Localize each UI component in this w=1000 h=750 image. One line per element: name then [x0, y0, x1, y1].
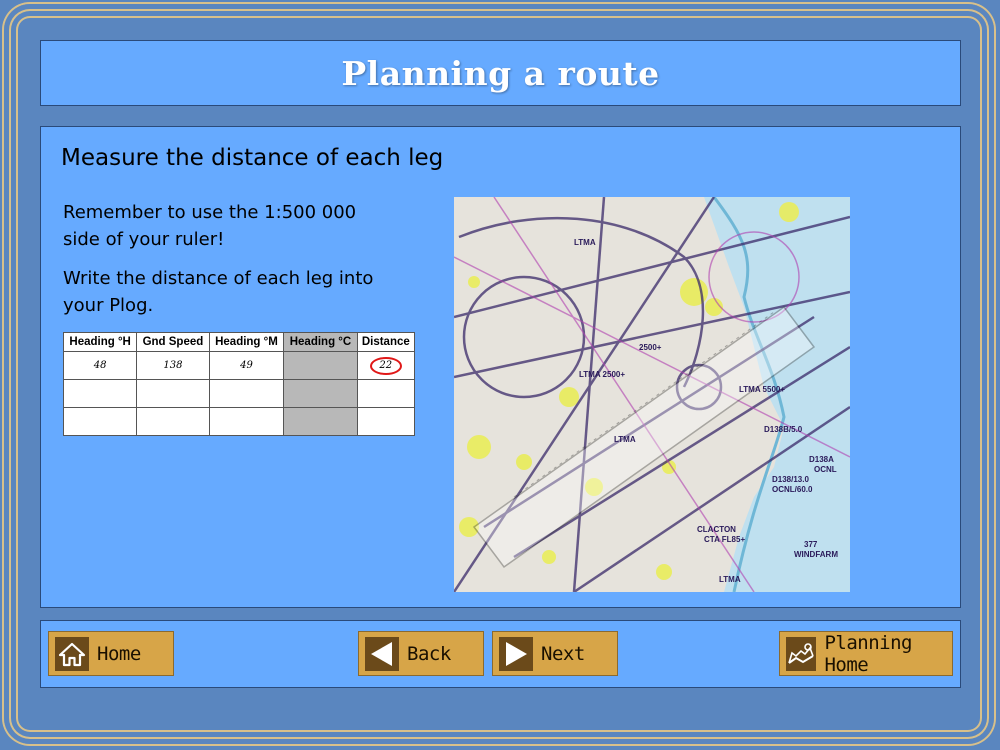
triangle-right-icon: [499, 636, 533, 671]
col-heading-c: Heading °C: [283, 332, 358, 352]
cell-gnd-speed: 138: [136, 351, 210, 380]
col-heading-m: Heading °M: [208, 332, 285, 352]
plog-table: Heading °H Gnd Speed Heading °M Heading …: [62, 332, 416, 436]
planning-home-button[interactable]: Planning Home: [779, 631, 953, 676]
svg-text:OCNL/60.0: OCNL/60.0: [772, 485, 813, 494]
svg-text:D138/13.0: D138/13.0: [772, 475, 809, 484]
home-icon: [55, 636, 89, 671]
svg-text:LTMA 2500+: LTMA 2500+: [579, 370, 625, 379]
triangle-left-icon: [365, 636, 399, 671]
cell-heading-h: 48: [62, 351, 138, 380]
instruction-ruler: Remember to use the 1:500 000 side of yo…: [63, 202, 357, 250]
cell-heading-m: [208, 379, 285, 408]
svg-text:LTMA: LTMA: [614, 435, 636, 444]
cell-heading-m: 49: [208, 351, 285, 380]
cell-distance: 22: [356, 351, 416, 380]
svg-text:LTMA 5500+: LTMA 5500+: [739, 385, 785, 394]
back-button[interactable]: Back: [358, 631, 484, 676]
svg-text:2500+: 2500+: [639, 343, 662, 352]
cell-distance: [356, 407, 416, 436]
svg-text:D138B/5.0: D138B/5.0: [764, 425, 803, 434]
next-button-label: Next: [541, 642, 585, 665]
section-heading: Measure the distance of each leg: [61, 145, 444, 171]
svg-text:OCNL: OCNL: [814, 465, 837, 474]
cell-gnd-speed: [136, 379, 210, 408]
navigation-bar: Home Back Next Planning Home: [40, 620, 961, 688]
chart-graphic: LTMA LTMA 5500+ LTMA 2500+ 2500+ D138B/5…: [454, 197, 850, 592]
col-distance: Distance: [356, 332, 416, 352]
instruction-plog: Write the distance of each leg into your…: [63, 268, 374, 316]
circled-distance-value: 22: [369, 356, 402, 375]
svg-text:CTA FL85+: CTA FL85+: [704, 535, 745, 544]
title-bar: Planning a route: [40, 40, 961, 106]
planning-home-button-label: Planning Home: [824, 631, 912, 676]
back-button-label: Back: [407, 642, 451, 665]
svg-text:WINDFARM: WINDFARM: [794, 550, 838, 559]
home-button-label: Home: [97, 642, 141, 665]
table-row: [62, 407, 416, 436]
page-title: Planning a route: [341, 53, 660, 93]
table-row: [62, 379, 416, 408]
cell-gnd-speed: [136, 407, 210, 436]
map-icon: [786, 636, 817, 671]
table-row: 48 138 49 22: [62, 351, 416, 380]
cell-heading-c: [283, 407, 358, 436]
svg-text:LTMA: LTMA: [719, 575, 741, 584]
cell-distance: [356, 379, 416, 408]
svg-text:LTMA: LTMA: [574, 238, 596, 247]
col-gnd-speed: Gnd Speed: [136, 332, 210, 352]
home-button[interactable]: Home: [48, 631, 174, 676]
content-panel: Measure the distance of each leg Remembe…: [40, 126, 961, 608]
aeronautical-chart-image: LTMA LTMA 5500+ LTMA 2500+ 2500+ D138B/5…: [454, 197, 850, 592]
cell-heading-h: [62, 379, 138, 408]
next-button[interactable]: Next: [492, 631, 618, 676]
cell-heading-c: [283, 351, 358, 380]
col-heading-h: Heading °H: [62, 332, 138, 352]
cell-heading-m: [208, 407, 285, 436]
cell-heading-h: [62, 407, 138, 436]
cell-heading-c: [283, 379, 358, 408]
svg-text:CLACTON: CLACTON: [697, 525, 736, 534]
plog-header-row: Heading °H Gnd Speed Heading °M Heading …: [62, 332, 416, 352]
svg-text:D138A: D138A: [809, 455, 834, 464]
svg-text:377: 377: [804, 540, 818, 549]
